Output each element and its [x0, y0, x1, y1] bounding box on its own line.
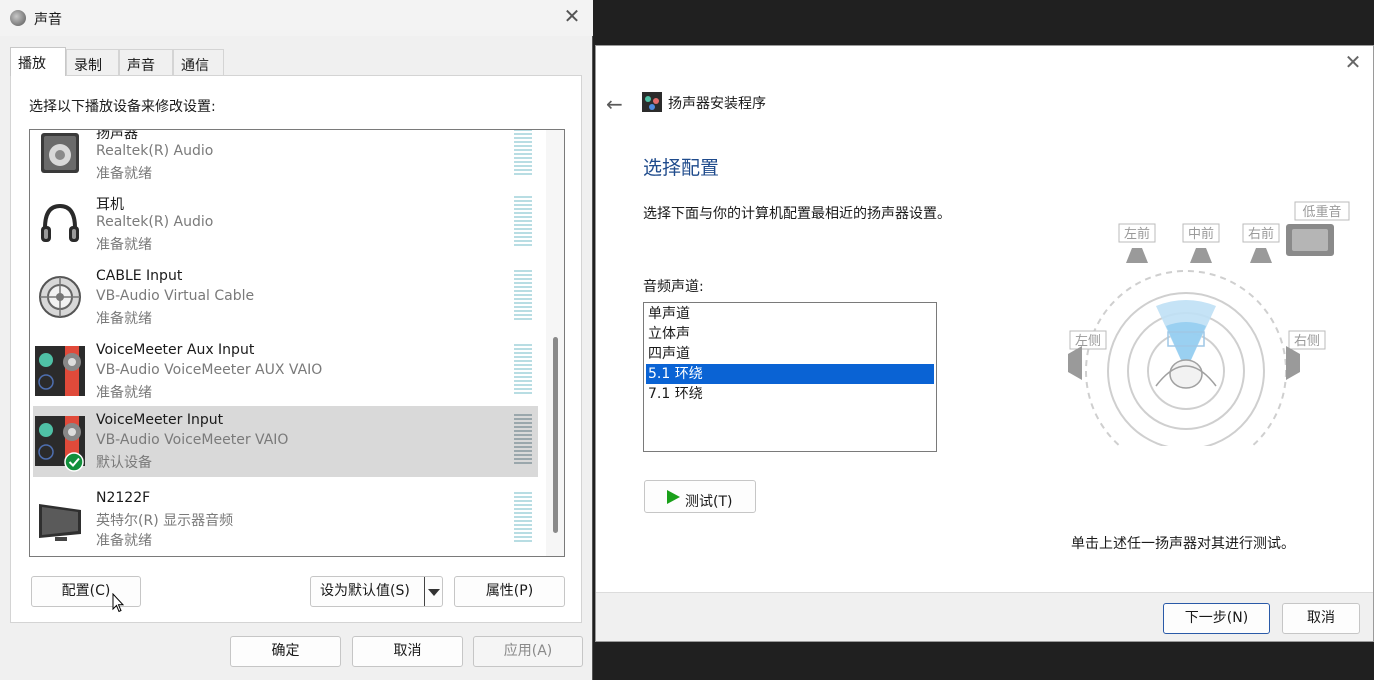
channel-item-stereo[interactable]: 立体声 — [646, 324, 934, 344]
device-name: 耳机 — [96, 197, 124, 213]
device-item-headphones[interactable]: 耳机 Realtek(R) Audio 准备就绪 — [33, 188, 538, 259]
window-title: 扬声器安装程序 — [668, 96, 766, 112]
speaker-app-icon — [10, 10, 26, 26]
label-front-left: 左前 — [1124, 226, 1150, 242]
speaker-side-right[interactable]: 右侧 — [1286, 330, 1326, 380]
page-heading: 选择配置 — [643, 157, 720, 179]
cancel-button[interactable]: 取消 — [1282, 603, 1360, 634]
playback-panel: 选择以下播放设备来修改设置: 扬声器 Realtek(R) Audio 准备就绪 — [10, 75, 582, 623]
tab-communications[interactable]: 通信 — [173, 49, 224, 76]
device-driver: VB-Audio Virtual Cable — [96, 288, 255, 304]
speaker-layout-diagram: 左前 中前 右前 低重音 左侧 右侧 — [1068, 201, 1350, 446]
device-driver: 英特尔(R) 显示器音频 — [96, 513, 234, 529]
device-status: 准备就绪 — [96, 385, 152, 401]
scrollbar-thumb[interactable] — [553, 337, 558, 533]
default-checkmark-icon — [64, 452, 84, 472]
channel-item-mono[interactable]: 单声道 — [646, 304, 934, 324]
set-default-label: 设为默认值(S) — [320, 583, 410, 599]
device-status: 默认设备 — [96, 455, 152, 471]
speaker-front-right[interactable]: 右前 — [1242, 223, 1280, 263]
footer-bar: 下一步(N) 取消 — [596, 592, 1373, 641]
channel-item-7-1-surround[interactable]: 7.1 环绕 — [646, 384, 934, 404]
device-driver: VB-Audio VoiceMeeter VAIO — [96, 432, 289, 448]
device-item-voicemeeter-aux[interactable]: VoiceMeeter Aux Input VB-Audio VoiceMeet… — [33, 336, 538, 407]
speaker-setup-dialog: ✕ ← 扬声器安装程序 选择配置 选择下面与你的计算机配置最相近的扬声器设置。 … — [595, 45, 1374, 642]
device-name: N2122F — [96, 490, 151, 506]
title-bar: 声音 ✕ — [0, 0, 593, 36]
description-text: 选择下面与你的计算机配置最相近的扬声器设置。 — [643, 206, 951, 222]
device-driver: VB-Audio VoiceMeeter AUX VAIO — [96, 362, 323, 378]
close-icon[interactable]: ✕ — [560, 6, 584, 30]
device-list-scrollbar[interactable] — [546, 130, 564, 556]
cable-icon — [39, 276, 81, 318]
next-button[interactable]: 下一步(N) — [1163, 603, 1270, 634]
tab-sounds[interactable]: 声音 — [119, 49, 173, 76]
level-meter — [514, 414, 532, 466]
close-icon[interactable]: ✕ — [1341, 52, 1365, 76]
speaker-subwoofer[interactable]: 低重音 — [1286, 201, 1350, 256]
device-item-speakers[interactable]: 扬声器 Realtek(R) Audio 准备就绪 — [33, 129, 538, 188]
channel-item-5-1-surround[interactable]: 5.1 环绕 — [646, 364, 934, 384]
device-status: 准备就绪 — [96, 237, 152, 253]
set-default-button[interactable]: 设为默认值(S) — [310, 576, 443, 607]
device-status: 准备就绪 — [96, 311, 152, 327]
test-button-label: 测试(T) — [685, 494, 733, 510]
device-driver: Realtek(R) Audio — [96, 143, 214, 159]
set-default-dropdown[interactable] — [424, 577, 442, 606]
tab-recording[interactable]: 录制 — [66, 49, 119, 76]
sound-dialog: 声音 ✕ 播放 录制 声音 通信 选择以下播放设备来修改设置: 扬声器 Real… — [0, 0, 593, 680]
device-name: VoiceMeeter Aux Input — [96, 342, 255, 358]
headphones-icon — [41, 203, 79, 242]
apply-button[interactable]: 应用(A) — [473, 636, 583, 667]
play-icon — [667, 490, 680, 504]
device-name: CABLE Input — [96, 268, 183, 284]
level-meter — [514, 196, 532, 248]
channel-item-quad[interactable]: 四声道 — [646, 344, 934, 364]
speaker-setup-app-icon — [642, 92, 662, 112]
speaker-center[interactable]: 中前 — [1182, 223, 1220, 263]
voicemeeter-icon — [35, 346, 85, 396]
level-meter — [514, 270, 532, 322]
hint-text: 单击上述任一扬声器对其进行测试。 — [1071, 536, 1295, 552]
device-status: 准备就绪 — [96, 533, 152, 549]
device-list[interactable]: 扬声器 Realtek(R) Audio 准备就绪 耳机 Realtek(R) … — [29, 129, 565, 557]
label-side-left: 左侧 — [1075, 334, 1101, 349]
chevron-down-icon — [428, 589, 440, 596]
speaker-front-left[interactable]: 左前 — [1118, 223, 1156, 263]
ok-button[interactable]: 确定 — [230, 636, 341, 667]
level-meter — [514, 492, 532, 544]
label-front-right: 右前 — [1248, 226, 1274, 242]
channel-list[interactable]: 单声道 立体声 四声道 5.1 环绕 7.1 环绕 — [643, 302, 937, 452]
device-name: 扬声器 — [96, 129, 138, 142]
device-item-n2122f[interactable]: N2122F 英特尔(R) 显示器音频 准备就绪 — [33, 484, 538, 555]
device-name: VoiceMeeter Input — [96, 412, 224, 428]
speaker-icon — [41, 133, 79, 173]
cancel-button[interactable]: 取消 — [352, 636, 463, 667]
label-center: 中前 — [1188, 226, 1214, 242]
configure-button[interactable]: 配置(C) — [31, 576, 141, 607]
device-driver: Realtek(R) Audio — [96, 214, 214, 230]
level-meter — [514, 344, 532, 396]
label-side-right: 右侧 — [1294, 334, 1320, 349]
back-arrow-icon[interactable]: ← — [606, 92, 623, 116]
tab-playback[interactable]: 播放 — [10, 47, 66, 76]
device-status: 准备就绪 — [96, 166, 152, 182]
device-item-cable-input[interactable]: CABLE Input VB-Audio Virtual Cable 准备就绪 — [33, 262, 538, 333]
properties-button[interactable]: 属性(P) — [454, 576, 565, 607]
window-title: 声音 — [34, 12, 62, 28]
test-button[interactable]: 测试(T) — [644, 480, 756, 513]
monitor-icon — [39, 504, 81, 541]
instruction-label: 选择以下播放设备来修改设置: — [29, 99, 216, 115]
level-meter — [514, 130, 532, 177]
channels-label: 音频声道: — [643, 279, 704, 295]
label-subwoofer: 低重音 — [1302, 204, 1341, 220]
device-item-voicemeeter-input[interactable]: VoiceMeeter Input VB-Audio VoiceMeeter V… — [33, 406, 538, 477]
mouse-cursor-icon — [112, 593, 124, 613]
